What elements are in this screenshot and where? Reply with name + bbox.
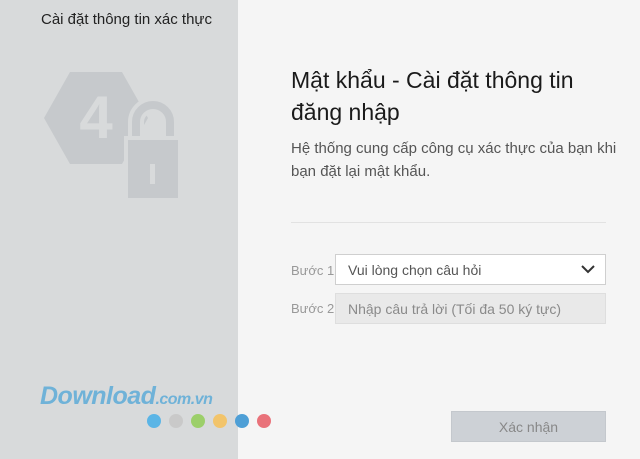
answer-input[interactable]	[335, 293, 606, 324]
step2-label: Bước 2	[291, 301, 335, 316]
security-question-select[interactable]: Vui lòng chọn câu hỏi	[335, 254, 606, 285]
watermark-dot	[191, 414, 205, 428]
watermark-dots	[147, 414, 271, 428]
watermark-dot	[147, 414, 161, 428]
chevron-down-icon	[581, 265, 595, 274]
watermark-logo: Download.com.vn	[40, 382, 213, 411]
watermark-suffix: .com.vn	[155, 391, 213, 408]
main-content: Mật khẩu - Cài đặt thông tin đăng nhập H…	[238, 0, 640, 459]
watermark-dot	[213, 414, 227, 428]
page-description: Hệ thống cung cấp công cụ xác thực của b…	[291, 140, 617, 180]
panel-title: Cài đặt thông tin xác thực	[41, 11, 212, 28]
confirm-button[interactable]: Xác nhận	[451, 411, 606, 442]
watermark-brand: Download	[40, 382, 156, 410]
select-value: Vui lòng chọn câu hỏi	[348, 261, 482, 278]
watermark-dot	[235, 414, 249, 428]
step1-label: Bước 1	[291, 263, 335, 278]
page-title: Mật khẩu - Cài đặt thông tin đăng nhập	[291, 67, 574, 125]
lock-badge-icon: 4	[44, 72, 182, 202]
watermark-dot	[169, 414, 183, 428]
divider	[291, 222, 606, 223]
watermark-dot	[257, 414, 271, 428]
badge-number: 4	[79, 84, 113, 151]
